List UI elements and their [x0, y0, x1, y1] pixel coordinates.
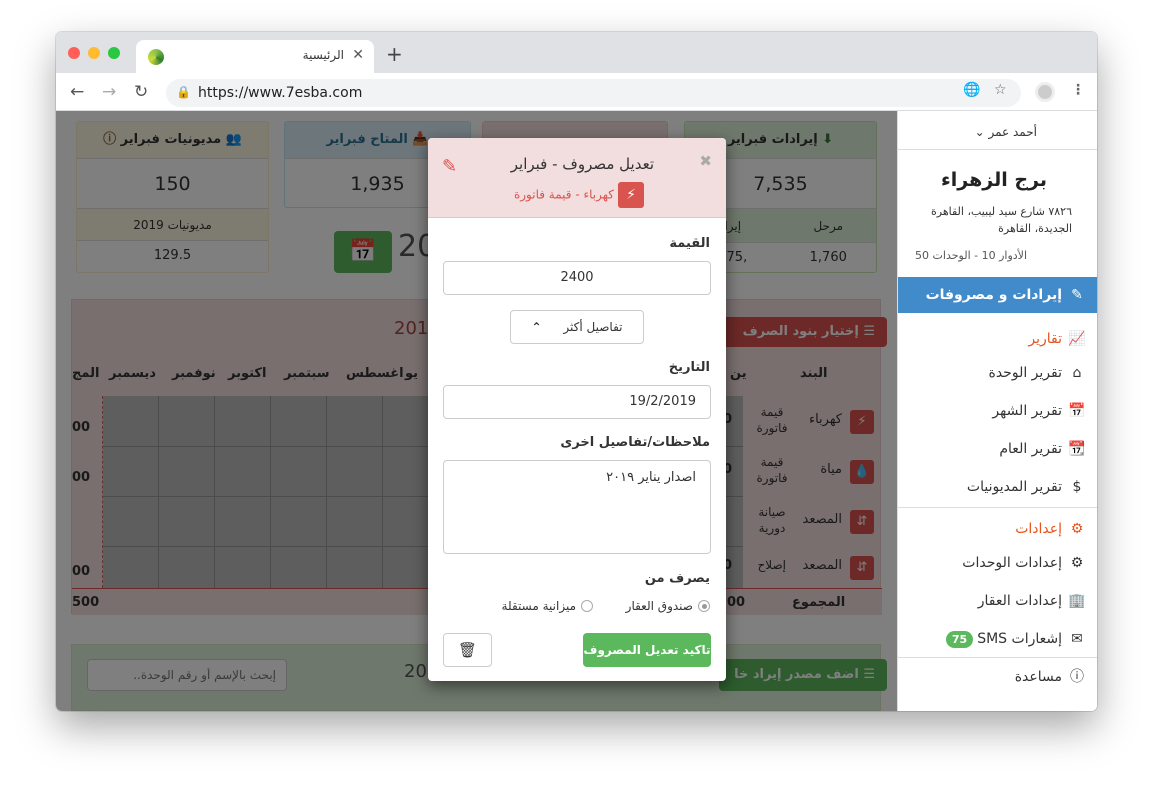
sidebar: أحمد عمر ⌄ برج الزهراء ٧٨٢٦ شارع سيد ليب…	[897, 111, 1097, 711]
forward-icon[interactable]: →	[102, 82, 116, 102]
sidebar-item-label: تقرير المديونيات	[966, 479, 1062, 495]
modal-subtitle: ⚡ كهرباء - قيمة فاتورة	[514, 182, 644, 208]
translate-icon[interactable]: 🌐	[963, 82, 980, 98]
user-name: أحمد عمر	[988, 125, 1037, 139]
sidebar-item-property-settings[interactable]: 🏢 إعدادات العقار	[898, 583, 1097, 619]
date-label: التاريخ	[668, 360, 710, 375]
menu-icon[interactable]: ⋮	[1071, 82, 1085, 98]
page-content: ⬇ إيرادات فبراير 7,535 مرحل إيرا 1,760 ,…	[56, 111, 1097, 711]
confirm-edit-expense-button[interactable]: تاكيد تعديل المصروف	[583, 633, 711, 667]
sidebar-item-label: إعدادات العقار	[977, 593, 1062, 609]
maximize-window-button[interactable]	[108, 47, 120, 59]
calendar-icon: 📅	[1068, 403, 1086, 419]
modal-subtitle-text: كهرباء - قيمة فاتورة	[513, 187, 614, 202]
new-tab-button[interactable]: +	[386, 42, 403, 66]
home-icon: ⌂	[1072, 365, 1082, 381]
radio-checked-icon	[698, 599, 710, 612]
sidebar-item-debts-report[interactable]: $ تقرير المديونيات	[898, 469, 1097, 505]
sidebar-item-reports[interactable]: 📈 تقارير	[898, 321, 1097, 357]
reload-icon[interactable]: ↻	[134, 82, 148, 102]
star-icon[interactable]: ☆	[994, 82, 1007, 98]
site-favicon-icon	[148, 49, 164, 65]
sidebar-item-label: إشعارات SMS	[977, 631, 1062, 647]
chart-icon: 📈	[1068, 331, 1086, 347]
back-icon[interactable]: ←	[70, 82, 84, 102]
minimize-window-button[interactable]	[88, 47, 100, 59]
envelope-icon: ✉	[1071, 631, 1083, 647]
more-details-button[interactable]: تفاصيل أكثر ⌃	[510, 310, 644, 344]
sidebar-item-revenues-expenses[interactable]: ✎ إيرادات و مصروفات	[898, 277, 1097, 313]
building-icon: 🏢	[1068, 593, 1086, 609]
help-icon: ⓘ	[1070, 669, 1084, 685]
tab-title: الرئيسية	[302, 48, 344, 62]
sidebar-item-label: تقرير الوحدة	[988, 365, 1063, 381]
delete-button[interactable]: 🗑	[443, 633, 492, 667]
sms-count-badge: 75	[945, 631, 974, 648]
close-tab-icon[interactable]: ✕	[352, 47, 364, 63]
value-label: القيمة	[669, 236, 710, 251]
profile-avatar[interactable]	[1035, 82, 1055, 102]
browser-tab[interactable]: الرئيسية ✕	[136, 40, 374, 74]
option-2-label: ميزانية مستقلة	[501, 599, 576, 613]
sidebar-item-year-report[interactable]: 📆 تقرير العام	[898, 431, 1097, 467]
user-menu[interactable]: أحمد عمر ⌄	[975, 125, 1037, 139]
sidebar-item-label: إيرادات و مصروفات	[925, 287, 1062, 303]
trash-icon: 🗑	[457, 641, 478, 659]
main-area: ⬇ إيرادات فبراير 7,535 مرحل إيرا 1,760 ,…	[56, 111, 898, 711]
edit-expense-modal: ✖ تعديل مصروف - فبراير ⚡ كهرباء - قيمة فا…	[428, 138, 726, 681]
floors-units: الأدوار 10 - الوحدات 50	[915, 249, 1027, 262]
chevron-down-icon: ⌄	[974, 125, 985, 139]
sidebar-item-unit-report[interactable]: ⌂ تقرير الوحدة	[898, 355, 1097, 391]
sidebar-item-units-settings[interactable]: ⚙ إعدادات الوحدات	[898, 545, 1097, 581]
address-bar[interactable]: 🔒 https://www.7esba.com	[166, 79, 1021, 107]
sidebar-item-label: إعدادات الوحدات	[962, 555, 1062, 571]
more-details-label: تفاصيل أكثر	[563, 320, 623, 334]
sidebar-item-label: إعدادات	[1015, 521, 1062, 537]
dollar-icon: $	[1072, 479, 1082, 495]
notes-textarea[interactable]: اصدار يناير ٢٠١٩	[443, 460, 711, 554]
radio-independent-budget[interactable]: ميزانية مستقلة	[502, 599, 593, 613]
date-input[interactable]: 19/2/2019	[443, 385, 711, 419]
calendar-grid-icon: 📆	[1068, 441, 1086, 457]
sidebar-item-label: تقرير الشهر	[992, 403, 1062, 419]
building-name: برج الزهراء	[941, 169, 1047, 191]
sidebar-item-settings[interactable]: ⚙ إعدادات	[898, 511, 1097, 547]
sidebar-item-help[interactable]: ⓘ مساعدة	[898, 659, 1097, 695]
close-window-button[interactable]	[68, 47, 80, 59]
notes-label: ملاحظات/تفاصيل اخرى	[560, 435, 710, 450]
building-address: ٧٨٢٦ شارع سيد ليبيب، القاهرة الجديدة، ال…	[931, 205, 1072, 235]
title-bar: الرئيسية ✕ +	[56, 32, 1097, 74]
radio-property-fund[interactable]: صندوق العقار	[626, 599, 710, 613]
sidebar-item-month-report[interactable]: 📅 تقرير الشهر	[898, 393, 1097, 429]
paid-from-label: يصرف من	[644, 571, 710, 586]
chevron-up-icon: ⌃	[531, 320, 542, 334]
modal-header: ✖ تعديل مصروف - فبراير ⚡ كهرباء - قيمة فا…	[428, 138, 726, 218]
modal-title: تعديل مصروف - فبراير	[510, 155, 654, 173]
gears-icon: ⚙	[1070, 521, 1084, 537]
gear-icon: ⚙	[1070, 555, 1084, 571]
lock-icon: 🔒	[176, 85, 191, 99]
sidebar-item-label: مساعدة	[1014, 669, 1062, 685]
sidebar-item-label: تقرير العام	[999, 441, 1062, 457]
browser-toolbar: ← → ↻ 🔒 https://www.7esba.com 🌐 ☆ ⋮	[56, 73, 1097, 111]
sidebar-item-label: تقارير	[1028, 331, 1062, 347]
option-1-label: صندوق العقار	[625, 599, 693, 613]
radio-unchecked-icon	[581, 599, 593, 612]
edit-icon: ✎	[1071, 287, 1083, 303]
bolt-icon: ⚡	[618, 182, 644, 208]
pencil-icon: ✎	[442, 156, 458, 177]
close-icon[interactable]: ✖	[699, 152, 712, 170]
browser-window: الرئيسية ✕ + ← → ↻ 🔒 https://www.7esba.c…	[56, 32, 1097, 711]
sidebar-item-sms[interactable]: ✉ إشعارات SMS75	[898, 621, 1097, 657]
value-input[interactable]: 2400	[443, 261, 711, 295]
url-text: https://www.7esba.com	[198, 85, 363, 101]
